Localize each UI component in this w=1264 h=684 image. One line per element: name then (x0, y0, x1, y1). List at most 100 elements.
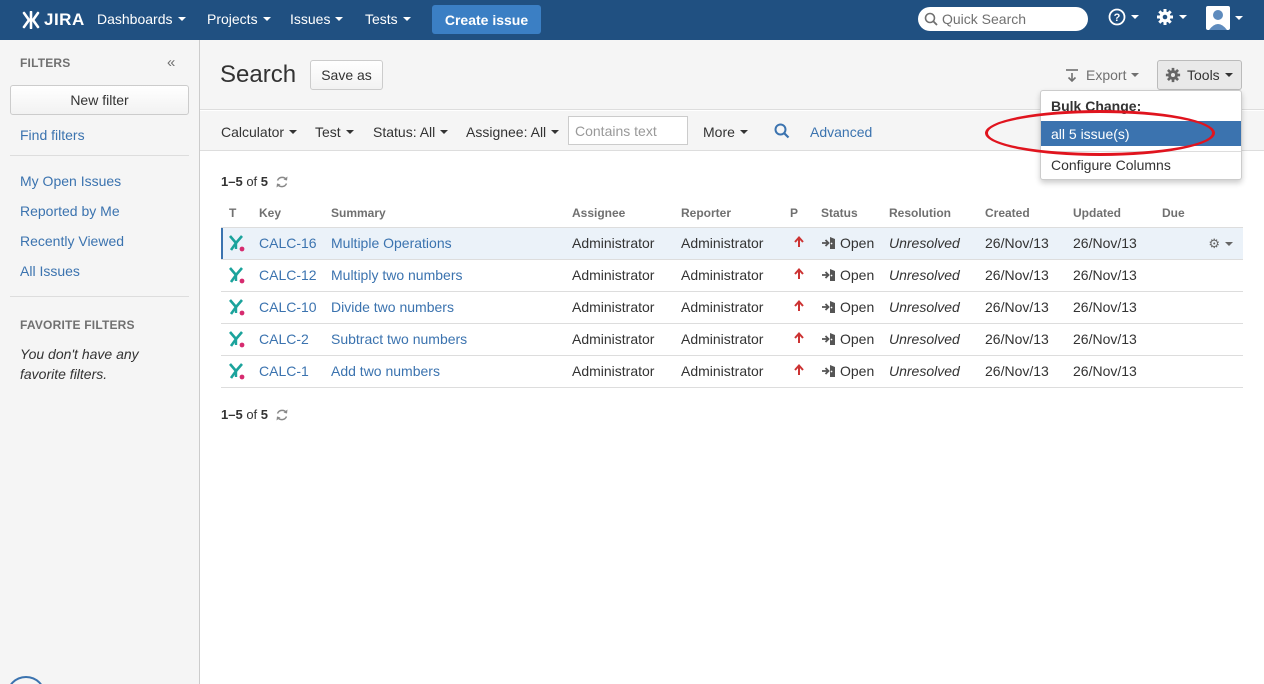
column-header-due[interactable]: Due (1162, 200, 1243, 227)
priority-major-icon (794, 299, 804, 311)
issue-summary-link[interactable]: Multiple Operations (331, 226, 572, 259)
table-row[interactable]: CALC-16 Multiple Operations Administrator A… (221, 226, 1243, 259)
issue-key-link[interactable]: CALC-10 (259, 290, 331, 323)
quick-search-input[interactable] (942, 11, 1082, 27)
issue-key-link[interactable]: CALC-2 (259, 322, 331, 355)
bulk-change-all-issues-item[interactable]: all 5 issue(s) (1041, 121, 1241, 146)
chevron-down-icon (262, 17, 271, 21)
advanced-search-link[interactable]: Advanced (810, 124, 872, 140)
status-label: Open (840, 363, 875, 379)
status-criteria-label: Status: All (373, 124, 436, 140)
help-menu[interactable]: ? (1108, 8, 1139, 26)
nav-issues-label: Issues (290, 11, 331, 27)
tools-dropdown-menu: Bulk Change: all 5 issue(s) Configure Co… (1040, 90, 1242, 180)
issue-summary-link[interactable]: Multiply two numbers (331, 258, 572, 291)
filters-sidebar: FILTERS « New filter Find filters My Ope… (0, 40, 200, 684)
type-criteria-label: Test (315, 124, 341, 140)
cell-status: Open (821, 354, 889, 388)
nav-dashboards-label: Dashboards (97, 11, 173, 27)
table-row[interactable]: CALC-2 Subtract two numbers Administrator A… (221, 322, 1243, 355)
issue-type-icon (229, 267, 245, 284)
nav-tests[interactable]: Tests (365, 11, 411, 27)
chevron-down-icon (1225, 242, 1233, 247)
more-criteria[interactable]: More (703, 124, 748, 140)
nav-projects-label: Projects (207, 11, 258, 27)
issue-key-link[interactable]: CALC-12 (259, 258, 331, 291)
create-issue-button[interactable]: Create issue (432, 5, 541, 34)
configure-columns-item[interactable]: Configure Columns (1051, 157, 1171, 173)
issue-key-link[interactable]: CALC-1 (259, 354, 331, 388)
sidebar-item-recently-viewed[interactable]: Recently Viewed (20, 233, 124, 249)
search-icon[interactable] (774, 123, 790, 139)
chevron-down-icon (289, 130, 298, 134)
jira-logo-icon (22, 11, 40, 29)
column-header-priority[interactable]: P (790, 200, 821, 227)
cell-status: Open (821, 322, 889, 355)
chevron-down-icon (739, 130, 748, 134)
jira-logo[interactable]: JIRA (21, 10, 85, 30)
cell-priority (790, 258, 821, 291)
issue-summary-link[interactable]: Subtract two numbers (331, 322, 572, 355)
top-navigation-bar: JIRA Dashboards Projects Issues Tests Cr… (0, 0, 1264, 40)
contains-text-input[interactable] (568, 116, 688, 145)
refresh-icon[interactable] (275, 175, 289, 189)
results-of: of (246, 407, 258, 422)
column-header-summary[interactable]: Summary (331, 200, 572, 227)
row-actions-icon[interactable]: ⚙ (1208, 236, 1233, 252)
new-filter-button[interactable]: New filter (10, 85, 189, 115)
cell-due (1162, 290, 1243, 323)
nav-dashboards[interactable]: Dashboards (97, 11, 186, 27)
export-button[interactable]: Export (1065, 67, 1140, 83)
collapse-sidebar-icon[interactable]: « (167, 54, 175, 71)
status-open-icon (822, 365, 835, 377)
tools-button[interactable]: Tools (1157, 60, 1242, 90)
quick-search-box[interactable] (918, 7, 1088, 31)
column-header-reporter[interactable]: Reporter (681, 200, 790, 227)
results-of: of (246, 174, 258, 189)
priority-major-icon (794, 331, 804, 343)
sidebar-item-reported-by-me[interactable]: Reported by Me (20, 203, 120, 219)
chevron-down-icon (1224, 73, 1233, 77)
assignee-criteria[interactable]: Assignee: All (466, 124, 560, 140)
column-header-status[interactable]: Status (821, 200, 889, 227)
user-menu[interactable] (1206, 6, 1243, 30)
type-criteria[interactable]: Test (315, 124, 354, 140)
column-header-key[interactable]: Key (259, 200, 331, 227)
cell-status: Open (821, 226, 889, 259)
nav-issues[interactable]: Issues (290, 11, 344, 27)
column-header-updated[interactable]: Updated (1073, 200, 1162, 227)
admin-menu[interactable] (1156, 8, 1187, 26)
cell-due (1162, 322, 1243, 355)
results-total: 5 (260, 407, 269, 422)
status-criteria[interactable]: Status: All (373, 124, 449, 140)
cell-resolution: Unresolved (889, 226, 985, 259)
column-header-resolution[interactable]: Resolution (889, 200, 985, 227)
cell-resolution: Unresolved (889, 322, 985, 355)
sidebar-item-my-open-issues[interactable]: My Open Issues (20, 173, 121, 189)
issue-summary-link[interactable]: Add two numbers (331, 354, 572, 388)
chevron-down-icon (1179, 15, 1187, 19)
cell-type (221, 258, 259, 291)
cell-updated: 26/Nov/13 (1073, 290, 1162, 323)
refresh-icon[interactable] (275, 408, 289, 422)
status-open-icon (822, 333, 835, 345)
column-header-type[interactable]: T (221, 200, 259, 227)
chevron-down-icon (345, 130, 354, 134)
project-criteria[interactable]: Calculator (221, 124, 298, 140)
column-header-created[interactable]: Created (985, 200, 1073, 227)
save-as-button[interactable]: Save as (310, 60, 383, 90)
nav-projects[interactable]: Projects (207, 11, 271, 27)
issue-summary-link[interactable]: Divide two numbers (331, 290, 572, 323)
find-filters-link[interactable]: Find filters (20, 127, 85, 143)
table-row[interactable]: CALC-1 Add two numbers Administrator Admini… (221, 354, 1243, 388)
bulk-change-heading: Bulk Change: (1051, 98, 1142, 114)
cell-priority (790, 226, 821, 259)
issue-type-icon (229, 363, 245, 380)
sidebar-divider (10, 296, 189, 297)
issue-key-link[interactable]: CALC-16 (259, 226, 331, 259)
table-row[interactable]: CALC-12 Multiply two numbers Administrator… (221, 258, 1243, 291)
sidebar-item-all-issues[interactable]: All Issues (20, 263, 80, 279)
table-row[interactable]: CALC-10 Divide two numbers Administrator Ad… (221, 290, 1243, 323)
column-header-assignee[interactable]: Assignee (572, 200, 681, 227)
status-label: Open (840, 235, 875, 251)
